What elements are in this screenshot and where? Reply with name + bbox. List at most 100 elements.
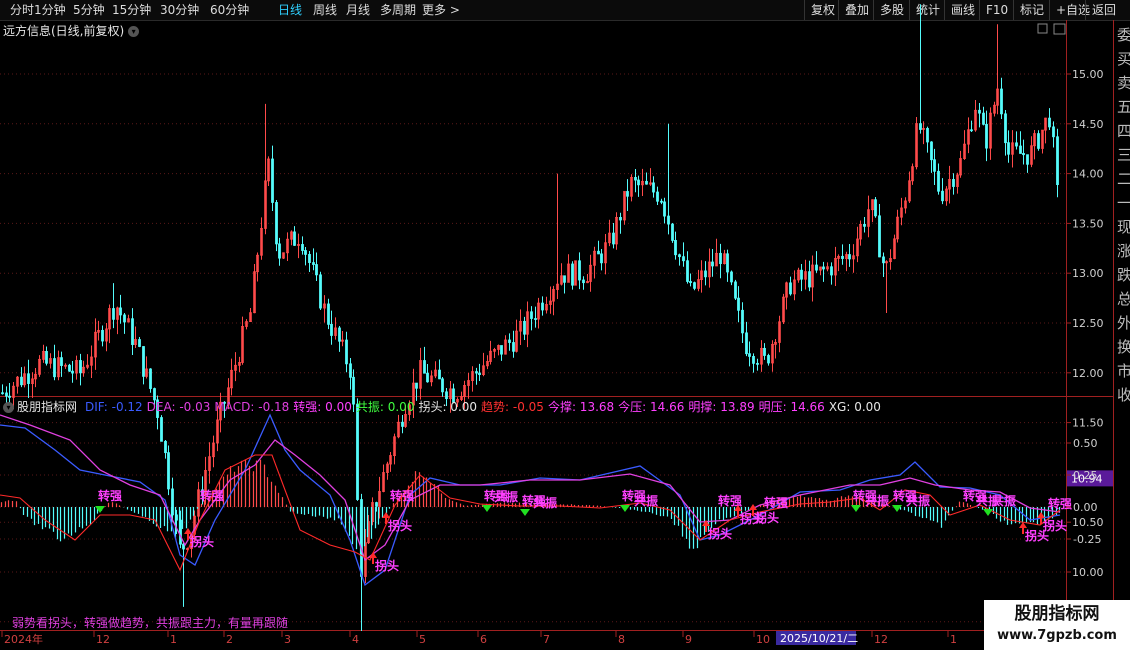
chart-canvas[interactable]: 转强 转强 转强 转强 转强 转强 转强 转强 转强 转强 转强转强拐头拐头拐头拐头拐头拐头拐头拐头… xyxy=(0,0,1130,650)
candle xyxy=(319,271,322,311)
candle xyxy=(697,269,700,292)
candle-body xyxy=(933,159,936,172)
panel-glyph: 跌 xyxy=(1117,266,1130,284)
indicator-value-9: 明撑: 13.89 xyxy=(688,400,755,414)
collapse-icon[interactable]: ▾ xyxy=(3,402,14,413)
candle-body xyxy=(523,320,526,335)
candle xyxy=(1026,154,1029,173)
signal-label: 转强 xyxy=(764,495,788,510)
candle xyxy=(308,250,311,272)
candle xyxy=(208,442,211,484)
candle xyxy=(674,231,677,260)
candle xyxy=(826,262,829,272)
candle xyxy=(645,172,648,185)
candle xyxy=(800,264,803,292)
candle xyxy=(345,331,348,373)
candle xyxy=(304,247,307,266)
signal-label: 共振 xyxy=(992,493,1016,508)
candle xyxy=(312,248,315,271)
candle xyxy=(1030,136,1033,168)
candle-body xyxy=(597,250,600,255)
candle xyxy=(834,246,837,286)
candle xyxy=(71,361,74,383)
indicator-tagline: 弱势看拐头，转强做趋势，共振跟主力，有量再跟随 xyxy=(12,616,289,630)
candle xyxy=(893,234,896,260)
candle xyxy=(482,352,485,377)
candle xyxy=(871,199,874,223)
candle xyxy=(101,325,104,347)
time-label: 2024年 xyxy=(4,632,43,646)
candle-body xyxy=(667,215,670,225)
candle xyxy=(711,248,714,277)
indicator-value-5: 拐头: 0.00 xyxy=(418,400,478,414)
candle-body xyxy=(763,347,766,356)
candle xyxy=(79,353,82,386)
candle-body xyxy=(637,179,640,186)
candle xyxy=(108,304,111,344)
indicator-value-3: 转强: 0.00 xyxy=(293,400,352,414)
candle-body xyxy=(131,318,134,345)
candle xyxy=(859,220,862,246)
candle-body xyxy=(275,202,278,245)
candle-body xyxy=(79,360,82,374)
candle xyxy=(549,286,552,314)
candle xyxy=(86,354,89,370)
candle xyxy=(1011,130,1014,168)
candle xyxy=(874,197,877,218)
candle xyxy=(604,234,607,275)
candle xyxy=(475,367,478,385)
candle-body xyxy=(123,314,126,323)
dea-line xyxy=(0,414,1061,562)
candle-body xyxy=(508,339,511,343)
candle xyxy=(723,249,726,265)
candle xyxy=(338,325,341,352)
candle-body xyxy=(301,244,304,251)
candle-body xyxy=(423,360,426,374)
candle-body xyxy=(119,307,122,316)
candle xyxy=(715,238,718,267)
candle xyxy=(116,306,119,335)
candle-body xyxy=(663,201,666,217)
candle xyxy=(271,145,274,211)
signal-label: 转强 xyxy=(200,488,224,503)
candle-body xyxy=(985,123,988,149)
candle xyxy=(167,445,170,496)
candle xyxy=(301,236,304,255)
candle xyxy=(589,254,592,292)
candle xyxy=(578,252,581,290)
candle-body xyxy=(438,369,441,380)
candle xyxy=(241,316,244,365)
diamond-down-icon xyxy=(620,505,630,512)
candle-body xyxy=(734,281,737,299)
candle-body xyxy=(800,269,803,280)
price-tick-label: 10.00 xyxy=(1072,566,1104,579)
trend-line xyxy=(0,454,1061,572)
price-tick-label: 12.50 xyxy=(1072,317,1104,330)
candle xyxy=(737,286,740,323)
candle xyxy=(1007,130,1010,163)
candle xyxy=(31,372,34,398)
candle xyxy=(571,261,574,290)
candle-body xyxy=(415,382,418,389)
candle-body xyxy=(737,297,740,311)
candle xyxy=(615,212,618,250)
candle-body xyxy=(656,191,659,202)
candle-body xyxy=(952,179,955,187)
candle-body xyxy=(293,231,296,246)
candle xyxy=(1052,121,1055,148)
candle xyxy=(900,197,903,226)
candle xyxy=(612,223,615,249)
candle xyxy=(926,126,929,153)
candle-body xyxy=(27,373,30,384)
candle xyxy=(597,240,600,255)
candle xyxy=(878,204,881,258)
candle-body xyxy=(937,170,940,192)
signal-label: 共振 xyxy=(533,495,557,510)
candle-body xyxy=(919,123,922,130)
candle-body xyxy=(327,303,330,325)
candle xyxy=(267,156,270,187)
candle xyxy=(1004,109,1007,156)
candle xyxy=(956,172,959,194)
candle xyxy=(774,338,777,359)
candle xyxy=(127,314,130,323)
